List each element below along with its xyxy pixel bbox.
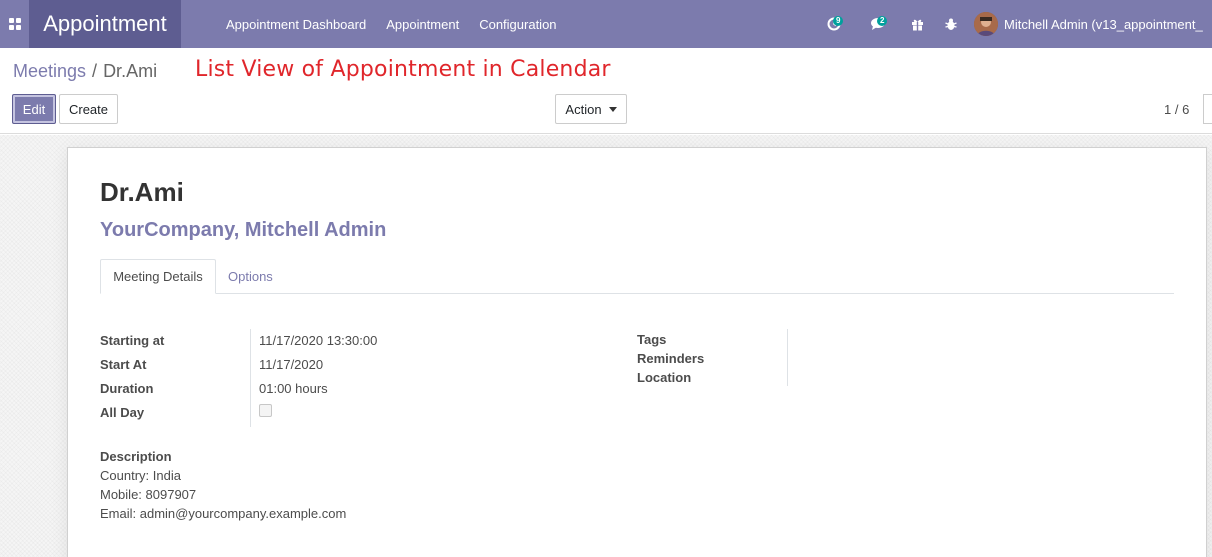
create-button[interactable]: Create xyxy=(59,94,118,124)
menu-appointment[interactable]: Appointment xyxy=(376,0,469,48)
tab-options[interactable]: Options xyxy=(216,259,285,294)
pager-value[interactable]: 1 / 6 xyxy=(1164,102,1189,117)
menu-configuration[interactable]: Configuration xyxy=(469,0,566,48)
record-title: Dr.Ami xyxy=(100,177,184,207)
field-starting-at: Starting at 11/17/2020 13:30:00 xyxy=(100,328,377,352)
gift-icon[interactable] xyxy=(900,0,934,48)
field-value xyxy=(251,404,272,420)
control-panel: Meetings / Dr.Ami List View of Appointme… xyxy=(0,48,1212,134)
edit-button[interactable]: Edit xyxy=(12,94,56,124)
user-menu[interactable]: Mitchell Admin (v13_appointment_ xyxy=(974,12,1203,36)
description-line: Country: India xyxy=(100,468,181,483)
menu-appointment-dashboard[interactable]: Appointment Dashboard xyxy=(216,0,376,48)
main-menu: Appointment Dashboard Appointment Config… xyxy=(216,0,567,48)
breadcrumb-meetings-link[interactable]: Meetings xyxy=(13,61,86,82)
description-line: Email: admin@yourcompany.example.com xyxy=(100,506,347,521)
activity-badge: 9 xyxy=(833,16,844,26)
field-location: Location xyxy=(637,368,788,387)
divider xyxy=(250,329,251,427)
record-subtitle: YourCompany, Mitchell Admin xyxy=(100,219,387,241)
field-reminders: Reminders xyxy=(637,349,788,368)
systray: 9 2 Mitchell Admin (v13_appointment_ xyxy=(812,0,1203,48)
field-duration: Duration 01:00 hours xyxy=(100,376,377,400)
form-sheet: Dr.Ami YourCompany, Mitchell Admin Meeti… xyxy=(67,147,1207,557)
meeting-extra-group: Tags Reminders Location xyxy=(637,330,788,387)
field-all-day: All Day xyxy=(100,400,377,424)
tab-meeting-details[interactable]: Meeting Details xyxy=(100,259,216,294)
field-value: 01:00 hours xyxy=(259,380,328,396)
all-day-checkbox[interactable] xyxy=(259,404,272,417)
breadcrumb-current: Dr.Ami xyxy=(103,61,158,81)
notebook-tabs: Meeting Details Options xyxy=(100,259,1174,294)
annotation-text: List View of Appointment in Calendar xyxy=(195,57,611,82)
action-dropdown[interactable]: Action xyxy=(555,94,627,124)
top-navbar: Appointment Appointment Dashboard Appoin… xyxy=(0,0,1212,48)
user-name: Mitchell Admin (v13_appointment_ xyxy=(1004,16,1203,32)
field-label: Duration xyxy=(100,380,154,396)
field-label: Tags xyxy=(637,332,667,347)
activity-icon[interactable]: 9 xyxy=(812,0,856,48)
app-brand[interactable]: Appointment xyxy=(29,0,181,48)
form-view-background: Dr.Ami YourCompany, Mitchell Admin Meeti… xyxy=(0,135,1212,557)
field-value: 11/17/2020 xyxy=(259,356,324,372)
meeting-details-group: Starting at 11/17/2020 13:30:00 Start At… xyxy=(100,328,377,424)
field-label: Start At xyxy=(100,356,147,372)
field-label: Reminders xyxy=(637,351,705,366)
field-start-at: Start At 11/17/2020 xyxy=(100,352,377,376)
description-label: Description xyxy=(100,449,172,464)
caret-down-icon xyxy=(608,106,617,112)
breadcrumb: Meetings / Dr.Ami xyxy=(13,61,157,82)
description-line: Mobile: 8097907 xyxy=(100,487,197,502)
divider xyxy=(787,329,788,386)
breadcrumb-separator: / xyxy=(92,61,98,81)
debug-bug-icon[interactable] xyxy=(934,0,968,48)
avatar xyxy=(974,12,998,36)
messages-icon[interactable]: 2 xyxy=(856,0,900,48)
field-tags: Tags xyxy=(637,330,788,349)
description-block: Description Country: India Mobile: 80979… xyxy=(100,447,346,523)
apps-menu-icon[interactable] xyxy=(0,0,29,48)
field-label: Location xyxy=(637,370,692,385)
field-label: All Day xyxy=(100,404,145,420)
pager-previous-button[interactable] xyxy=(1203,94,1212,124)
action-label: Action xyxy=(565,101,602,117)
field-label: Starting at xyxy=(100,332,165,348)
field-value: 11/17/2020 13:30:00 xyxy=(259,332,378,348)
